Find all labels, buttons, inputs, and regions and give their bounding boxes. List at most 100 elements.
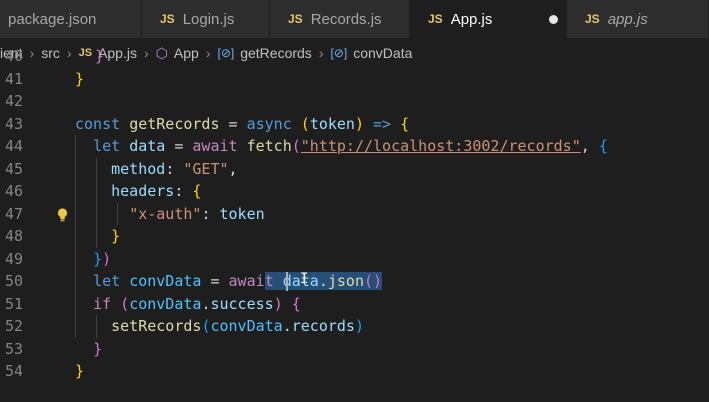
tab-login-js[interactable]: JS Login.js xyxy=(142,0,270,38)
tab-package-json[interactable]: package.json xyxy=(0,0,142,38)
line-number: 45 xyxy=(4,159,23,178)
text-cursor xyxy=(286,272,288,291)
code-token: : xyxy=(201,204,220,223)
code-token: . xyxy=(318,272,328,290)
code-text: } xyxy=(75,225,120,248)
code-text: const getRecords = async (token) => { xyxy=(75,113,409,136)
code-token: method xyxy=(111,159,166,178)
indent-guide xyxy=(96,315,97,338)
code-token: "x-auth" xyxy=(129,204,202,223)
code-text: } xyxy=(75,338,102,361)
code-token: () xyxy=(364,272,383,290)
code-token: convData xyxy=(129,294,202,313)
tab-label: Login.js xyxy=(182,10,235,28)
code-line: 47 "x-auth": token xyxy=(0,203,709,226)
editor-tab-bar: package.json JS Login.js JS Records.js JS App.… xyxy=(0,0,709,38)
code-line: 50 let convData = await data.json() xyxy=(0,270,709,293)
code-token: ) xyxy=(102,249,112,268)
tab-label: Records.js xyxy=(310,10,382,28)
indent-guide xyxy=(117,202,118,225)
code-token: success xyxy=(210,294,274,313)
indent-guide xyxy=(75,135,76,338)
code-line: 49 }) xyxy=(0,248,709,271)
code-token: ) xyxy=(354,114,364,133)
code-text: } xyxy=(95,45,104,68)
line-number: 47 xyxy=(4,204,23,223)
line-number: 48 xyxy=(4,227,23,245)
code-line: 54} xyxy=(0,360,709,383)
code-text: let data = await fetch("http://localhost… xyxy=(75,135,608,158)
code-token: ) xyxy=(273,294,283,313)
code-token: await xyxy=(192,137,247,155)
code-token: let xyxy=(93,137,130,155)
code-token: awai xyxy=(228,272,265,290)
code-line: 41} xyxy=(0,68,709,91)
code-text: let convData = await data.json() xyxy=(75,270,383,293)
js-file-icon: JS xyxy=(288,12,303,26)
line-number: 41 xyxy=(4,69,23,88)
code-token: async xyxy=(246,114,301,133)
code-token: let xyxy=(93,272,130,290)
line-number: 53 xyxy=(4,339,23,358)
code-token: { xyxy=(192,182,202,200)
code-token: : xyxy=(165,159,184,178)
tab-app-js[interactable]: JS app.js xyxy=(567,0,709,38)
code-line: 44 let data = await fetch("http://localh… xyxy=(0,135,709,158)
code-token: ( xyxy=(120,294,130,313)
code-token: ( xyxy=(300,114,310,133)
code-token: "GET" xyxy=(183,159,229,178)
code-token: = xyxy=(165,137,193,155)
code-token: } xyxy=(111,227,121,245)
tab-records-js[interactable]: JS Records.js xyxy=(270,0,410,38)
code-token: ) xyxy=(354,317,364,335)
lightbulb-icon[interactable] xyxy=(57,207,68,221)
code-token: , xyxy=(228,159,238,178)
line-number: 43 xyxy=(4,114,23,133)
code-token: t xyxy=(264,272,283,290)
code-line: 43 const getRecords = async (token) => { xyxy=(0,113,709,136)
tab-app-js[interactable]: JS App.js xyxy=(410,0,567,38)
tab-label: package.json xyxy=(8,10,97,28)
unsaved-dot-icon[interactable] xyxy=(549,14,558,24)
line-number: 52 xyxy=(4,317,23,335)
line-number: 54 xyxy=(4,362,23,380)
code-line: 53 } xyxy=(0,338,709,361)
code-token: data xyxy=(129,137,166,155)
code-editor[interactable]: 40} 41} 42 43 const getRecords = async (toke… xyxy=(0,47,709,402)
code-token: . xyxy=(282,317,292,335)
code-token: fetch xyxy=(246,137,292,155)
line-number: 44 xyxy=(4,137,23,155)
code-token: = xyxy=(201,272,229,290)
js-file-icon: JS xyxy=(585,12,600,26)
code-token: } xyxy=(93,339,103,358)
code-line: 48 } xyxy=(0,225,709,248)
line-number: 40 xyxy=(4,47,23,65)
code-token: } xyxy=(75,69,85,88)
code-token: , xyxy=(580,137,599,155)
line-number: 51 xyxy=(4,294,23,313)
code-token: } xyxy=(93,249,103,268)
code-token: if xyxy=(93,294,121,313)
js-file-icon: JS xyxy=(428,12,443,26)
code-token: records xyxy=(291,317,355,335)
js-file-icon: JS xyxy=(160,12,175,26)
line-number: 42 xyxy=(4,92,23,110)
mouse-ibeam-icon: I xyxy=(300,271,309,287)
code-line: 51 if (convData.success) { xyxy=(0,293,709,316)
code-token: getRecords xyxy=(129,114,220,133)
code-token: { xyxy=(400,114,410,133)
code-line: 40} xyxy=(0,45,709,68)
code-line: 46 headers: { xyxy=(0,180,709,203)
code-token: = xyxy=(219,114,247,133)
code-token: { xyxy=(598,137,608,155)
code-token: ( xyxy=(291,137,301,155)
line-number: 46 xyxy=(4,182,23,200)
